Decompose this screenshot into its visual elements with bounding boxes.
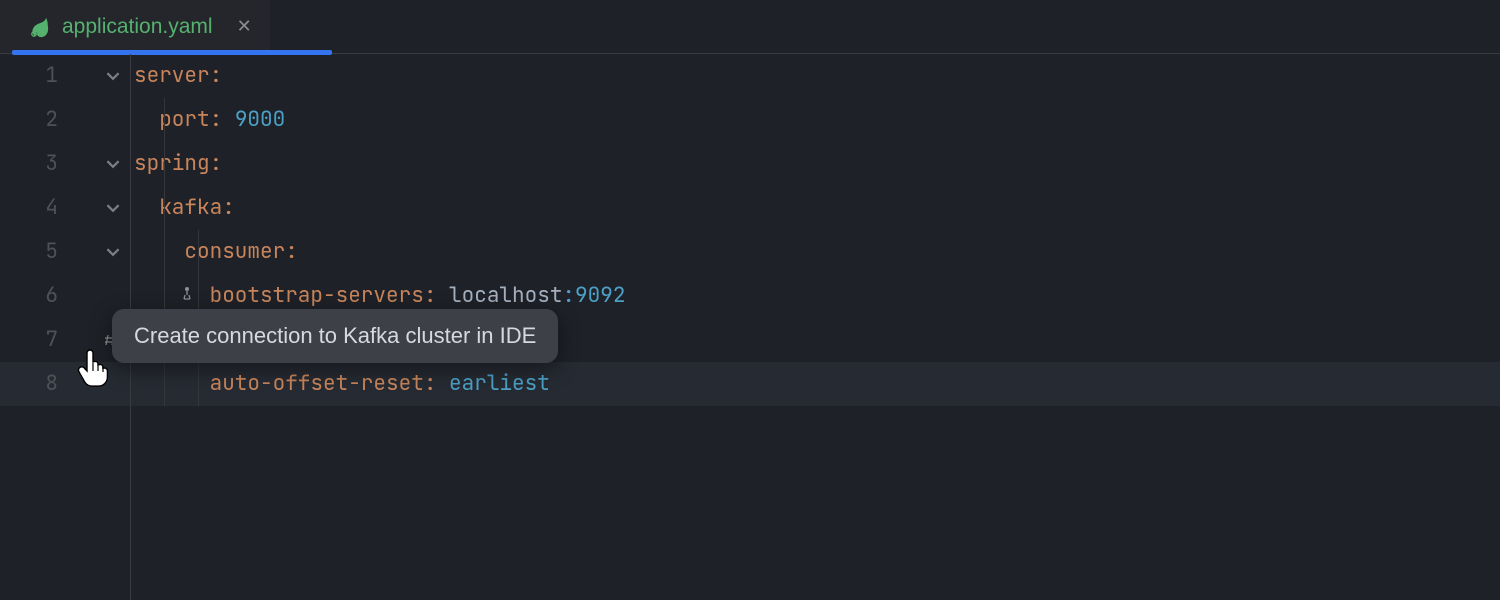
line-number: 1 [0, 54, 72, 98]
editor[interactable]: 1 server: 2 port: 9000 3 spring: 4 [0, 54, 1500, 600]
line-number: 5 [0, 230, 72, 274]
close-icon[interactable]: ✕ [237, 16, 252, 37]
tab-bar: application.yaml ✕ [0, 0, 1500, 54]
line-number: 2 [0, 98, 72, 142]
spring-config-icon [28, 15, 52, 39]
line-number: 8 [0, 362, 72, 406]
code-line[interactable]: 1 server: [0, 54, 1500, 98]
code-line[interactable]: 2 port: 9000 [0, 98, 1500, 142]
code-line[interactable]: 5 consumer: [0, 230, 1500, 274]
tooltip-text: Create connection to Kafka cluster in ID… [134, 323, 536, 348]
line-number: 6 [0, 274, 72, 318]
code-line[interactable]: 4 kafka: [0, 186, 1500, 230]
line-number: 7 [0, 318, 72, 362]
code-line[interactable]: 8 auto-offset-reset: earliest [0, 362, 1500, 406]
intention-tooltip[interactable]: Create connection to Kafka cluster in ID… [112, 309, 558, 363]
line-number: 3 [0, 142, 72, 186]
line-number: 4 [0, 186, 72, 230]
code-line[interactable]: 3 spring: [0, 142, 1500, 186]
